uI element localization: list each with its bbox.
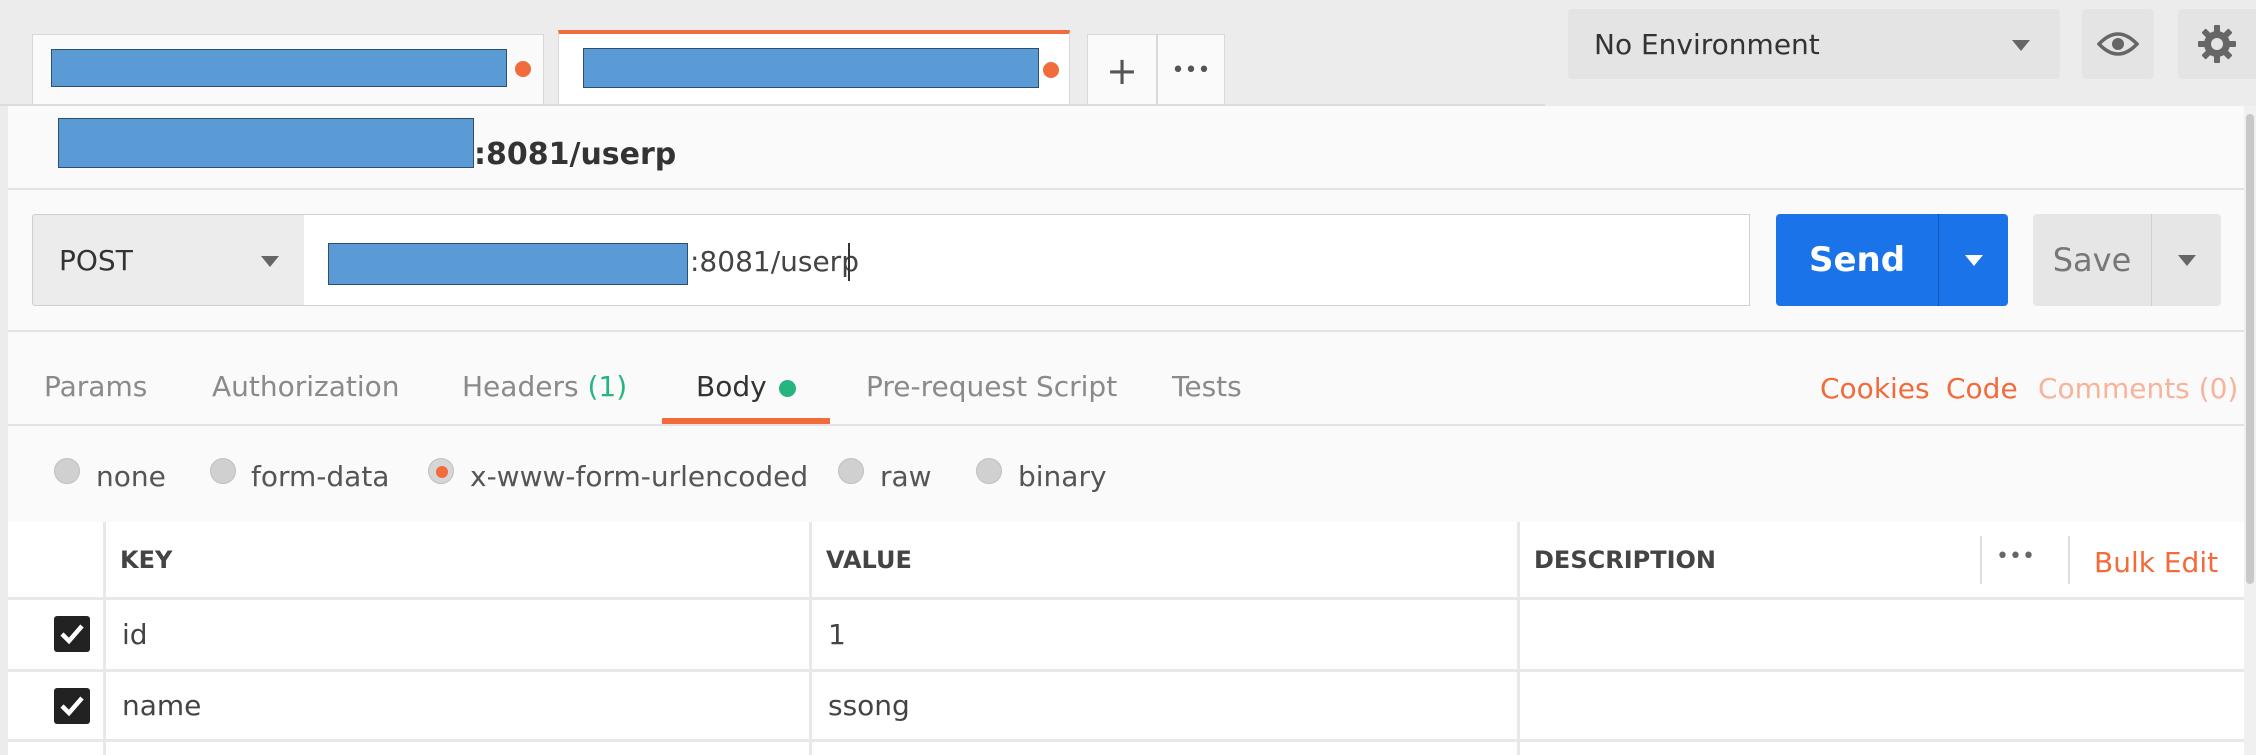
comments-link[interactable]: Comments (0) [2038, 372, 2238, 405]
tabs-divider [8, 424, 2244, 426]
row-value-input[interactable] [812, 742, 1520, 755]
row-key-input[interactable]: name [106, 672, 812, 742]
table-options-button[interactable]: ••• [1996, 544, 2035, 569]
url-text: :8081/userp [690, 245, 859, 278]
scrollbar[interactable] [2244, 106, 2256, 755]
table-row-checkbox-cell [8, 672, 106, 742]
environment-select[interactable]: No Environment [1568, 9, 2060, 79]
title-divider [8, 188, 2244, 190]
unsaved-dot-icon [1043, 62, 1059, 78]
more-icon: ••• [1171, 58, 1211, 83]
gear-icon [2198, 25, 2236, 63]
params-table: KEY VALUE DESCRIPTION ••• Bulk Edit id 1… [8, 522, 2244, 755]
headers-count-badge: (1) [587, 370, 628, 403]
row-key-input[interactable]: id [106, 600, 812, 672]
row-checkbox[interactable] [54, 688, 90, 724]
redacted-request-name [58, 118, 474, 168]
redacted-tab-title [51, 49, 507, 87]
request-title[interactable]: :8081/userp [474, 137, 676, 172]
row-key-input[interactable] [106, 742, 812, 755]
check-header-cell [8, 522, 106, 600]
method-label: POST [59, 243, 133, 277]
value-header: VALUE [812, 522, 1520, 600]
tab-tests[interactable]: Tests [1172, 370, 1242, 403]
radio-form-data-label: form-data [251, 460, 390, 493]
save-label: Save [2052, 241, 2132, 279]
tab-params[interactable]: Params [44, 370, 147, 403]
send-label: Send [1808, 240, 1906, 280]
header-separator [1980, 536, 1982, 584]
table-row-checkbox-cell [8, 742, 106, 755]
row-description-input[interactable] [1520, 600, 2244, 672]
key-header: KEY [106, 522, 812, 600]
plus-icon: + [1106, 48, 1138, 93]
code-link[interactable]: Code [1946, 372, 2018, 405]
unsaved-dot-icon [515, 61, 531, 77]
method-select[interactable]: POST [32, 214, 306, 306]
tab-headers[interactable]: Headers (1) [462, 370, 627, 403]
row-description-input[interactable] [1520, 742, 2244, 755]
redacted-tab-title [583, 48, 1039, 88]
radio-binary-label: binary [1018, 460, 1107, 493]
send-options-button[interactable] [1938, 214, 2008, 306]
cookies-link[interactable]: Cookies [1820, 372, 1930, 405]
radio-urlencoded-label: x-www-form-urlencoded [470, 460, 809, 493]
request-tab-2[interactable] [558, 30, 1070, 106]
new-tab-button[interactable]: + [1087, 34, 1157, 106]
radio-form-data[interactable] [210, 458, 236, 484]
table-row-checkbox-cell [8, 600, 106, 672]
request-tab-1[interactable] [32, 34, 544, 106]
redacted-url-host [328, 243, 688, 285]
checkmark-icon [60, 624, 84, 645]
scrollbar-thumb[interactable] [2246, 114, 2254, 584]
save-options-button[interactable] [2151, 214, 2221, 306]
chevron-down-icon [1964, 254, 1983, 266]
tab-authorization[interactable]: Authorization [212, 370, 400, 403]
tab-body-label: Body [696, 370, 767, 403]
row-description-input[interactable] [1520, 672, 2244, 742]
radio-urlencoded[interactable] [428, 458, 454, 484]
chevron-down-icon [2012, 40, 2030, 51]
radio-raw[interactable] [838, 458, 864, 484]
send-button[interactable]: Send [1776, 214, 1938, 306]
url-input[interactable]: :8081/userp [304, 214, 1750, 306]
radio-none-label: none [96, 460, 166, 493]
row-checkbox[interactable] [54, 616, 90, 652]
tab-options-button[interactable]: ••• [1157, 34, 1225, 106]
row-value-input[interactable]: ssong [812, 672, 1520, 742]
radio-binary[interactable] [976, 458, 1002, 484]
settings-button[interactable] [2178, 9, 2256, 79]
url-bar-divider [8, 330, 2244, 332]
bulk-edit-link[interactable]: Bulk Edit [2094, 546, 2218, 579]
environment-quick-look-button[interactable] [2082, 9, 2154, 79]
radio-none[interactable] [54, 458, 80, 484]
text-cursor [848, 243, 850, 281]
tab-body[interactable]: Body [696, 370, 796, 403]
tab-headers-label: Headers [462, 370, 579, 403]
request-builder: :8081/userp POST :8081/userp Send Save P… [8, 106, 2244, 755]
radio-raw-label: raw [880, 460, 932, 493]
eye-icon [2097, 32, 2139, 56]
body-indicator-dot-icon [778, 379, 796, 397]
chevron-down-icon [261, 256, 279, 267]
environment-label: No Environment [1594, 27, 1820, 61]
more-icon: ••• [1996, 544, 2035, 569]
chevron-down-icon [2177, 254, 2196, 266]
checkmark-icon [60, 696, 84, 717]
tab-pre-request-script[interactable]: Pre-request Script [866, 370, 1117, 403]
save-button[interactable]: Save [2033, 214, 2151, 306]
header-separator [2068, 536, 2070, 584]
row-value-input[interactable]: 1 [812, 600, 1520, 672]
